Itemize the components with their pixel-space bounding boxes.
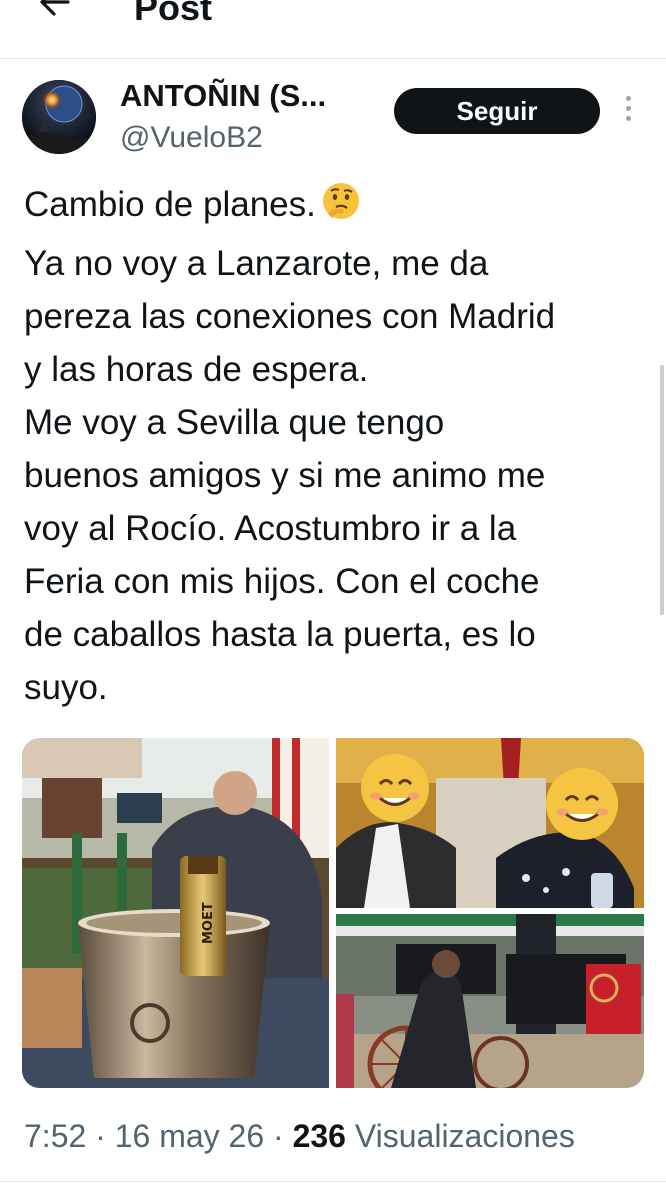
bottle-label: MOET: [201, 902, 216, 944]
more-vertical-icon[interactable]: [620, 96, 636, 126]
thinking-face-emoji: [320, 180, 362, 237]
post-text-line: y las horas de espera.: [24, 350, 369, 389]
page-title: Post: [134, 0, 213, 28]
arrow-left-icon[interactable]: [32, 0, 76, 24]
post-text: Cambio de planes. Ya no voy a Lanzarote,…: [24, 178, 654, 714]
post-time: 7:52: [24, 1118, 87, 1154]
author-handle[interactable]: @VueloB2: [120, 118, 263, 158]
views-label[interactable]: Visualizaciones: [346, 1118, 575, 1154]
follow-button[interactable]: Seguir: [394, 88, 600, 134]
smiling-face-emoji: [546, 768, 618, 840]
post-text-line: suyo.: [24, 668, 108, 707]
post-text-line: buenos amigos y si me animo me: [24, 456, 546, 495]
post-meta: 7:52 · 16 may 26 · 236 Visualizaciones: [24, 1118, 575, 1154]
post-text-line: Cambio de planes.: [24, 178, 654, 237]
post-text-line: pereza las conexiones con Madrid: [24, 297, 556, 336]
post-photo-champagne[interactable]: MOET: [22, 738, 329, 1088]
post-text-line: Me voy a Sevilla que tengo: [24, 403, 445, 442]
post-text-line: de caballos hasta la puerta, es lo: [24, 615, 536, 654]
post-photo-people[interactable]: [336, 738, 644, 908]
post-text-line: voy al Rocío. Acostumbro ir a la: [24, 509, 517, 548]
top-bar: Post: [0, 0, 666, 59]
divider: [0, 1181, 666, 1182]
post-text-line: Ya no voy a Lanzarote, me da: [24, 244, 489, 283]
avatar[interactable]: [22, 80, 96, 154]
post-date: 16 may 26: [114, 1118, 265, 1154]
scrollbar[interactable]: [660, 365, 664, 615]
views-count[interactable]: 236: [293, 1118, 346, 1154]
author-display-name[interactable]: ANTOÑIN (S...: [120, 76, 326, 116]
post-text-line: Feria con mis hijos. Con el coche: [24, 562, 540, 601]
post-photo-carriage[interactable]: [336, 914, 644, 1088]
smiling-face-emoji: [361, 754, 429, 822]
